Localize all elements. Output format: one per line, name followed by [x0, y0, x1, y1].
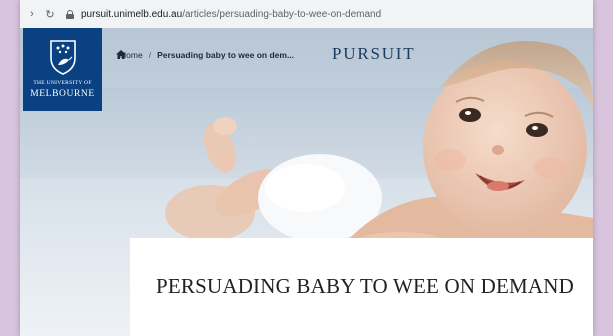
browser-window: › ↻ pursuit.unimelb.edu.au/articles/pers… [20, 0, 593, 336]
breadcrumb-current: Persuading baby to wee on dem... [157, 50, 295, 60]
hero-image: THE UNIVERSITY OF MELBOURNE Home / Persu… [20, 28, 593, 336]
university-logo[interactable]: THE UNIVERSITY OF MELBOURNE [23, 28, 102, 111]
forward-icon[interactable]: › [26, 8, 38, 20]
url-path: /articles/persuading-baby-to-wee-on-dema… [182, 8, 382, 20]
lock-icon[interactable] [66, 9, 74, 19]
url-domain: pursuit.unimelb.edu.au [81, 8, 183, 20]
article-title: PERSUADING BABY TO WEE ON DEMAND [155, 274, 575, 298]
logo-text-line2: MELBOURNE [30, 89, 95, 99]
pursuit-brand-link[interactable]: PURSUIT [332, 44, 415, 64]
home-icon[interactable] [116, 50, 126, 59]
reload-icon[interactable]: ↻ [44, 8, 56, 21]
breadcrumb: Home / Persuading baby to wee on dem... [116, 50, 294, 60]
article-title-card: PERSUADING BABY TO WEE ON DEMAND [130, 238, 593, 336]
breadcrumb-separator: / [148, 50, 152, 60]
crest-icon [50, 40, 76, 75]
address-bar[interactable]: pursuit.unimelb.edu.au/articles/persuadi… [81, 9, 381, 20]
logo-text-line1: THE UNIVERSITY OF [33, 80, 92, 86]
browser-toolbar: › ↻ pursuit.unimelb.edu.au/articles/pers… [20, 0, 593, 29]
